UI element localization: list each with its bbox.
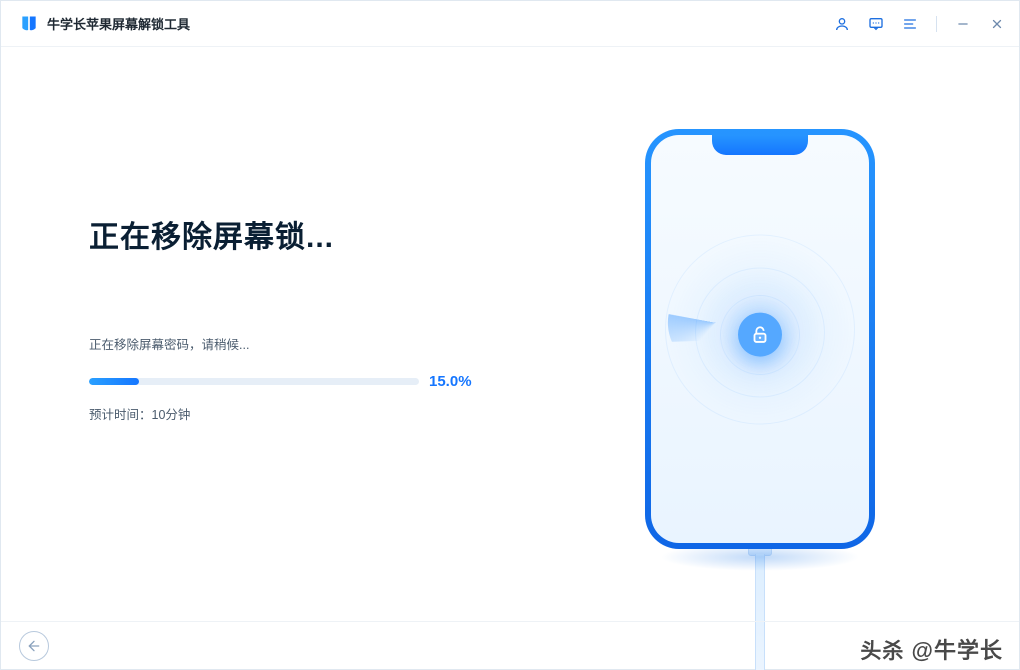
right-pane <box>501 47 1019 621</box>
progress-row: 15.0% <box>89 373 501 390</box>
status-text: 正在移除屏幕密码，请稍候... <box>89 334 501 353</box>
app-logo-icon <box>19 14 39 34</box>
progress-percent-label: 15.0% <box>429 373 472 390</box>
left-pane: 正在移除屏幕锁... 正在移除屏幕密码，请稍候... 15.0% 预计时间：10… <box>1 47 501 621</box>
progress-fill <box>89 378 139 385</box>
content: 正在移除屏幕锁... 正在移除屏幕密码，请稍候... 15.0% 预计时间：10… <box>1 47 1019 621</box>
title-separator <box>936 16 937 32</box>
phone-screen <box>651 135 869 543</box>
headline: 正在移除屏幕锁... <box>89 212 501 256</box>
close-button[interactable] <box>989 16 1005 32</box>
user-icon[interactable] <box>834 16 850 32</box>
lock-icon <box>738 313 782 357</box>
title-bar: 牛学长苹果屏幕解锁工具 <box>1 1 1019 47</box>
eta-label: 预计时间： <box>89 408 152 422</box>
app-window: 牛学长苹果屏幕解锁工具 <box>0 0 1020 670</box>
chat-icon[interactable] <box>868 16 884 32</box>
phone-notch <box>712 135 808 155</box>
title-left: 牛学长苹果屏幕解锁工具 <box>19 14 190 34</box>
progress-bar <box>89 378 419 385</box>
watermark: 头杀 @牛学长 <box>860 633 1003 665</box>
eta-value: 10分钟 <box>152 408 191 422</box>
minimize-button[interactable] <box>955 16 971 32</box>
menu-icon[interactable] <box>902 16 918 32</box>
back-button[interactable] <box>19 631 49 661</box>
watermark-text: @牛学长 <box>912 638 1003 663</box>
phone-illustration <box>645 129 875 549</box>
phone-frame <box>645 129 875 549</box>
watermark-prefix: 头杀 <box>860 640 904 663</box>
title-right <box>834 16 1005 32</box>
app-title: 牛学长苹果屏幕解锁工具 <box>47 14 190 33</box>
eta: 预计时间：10分钟 <box>89 404 501 423</box>
